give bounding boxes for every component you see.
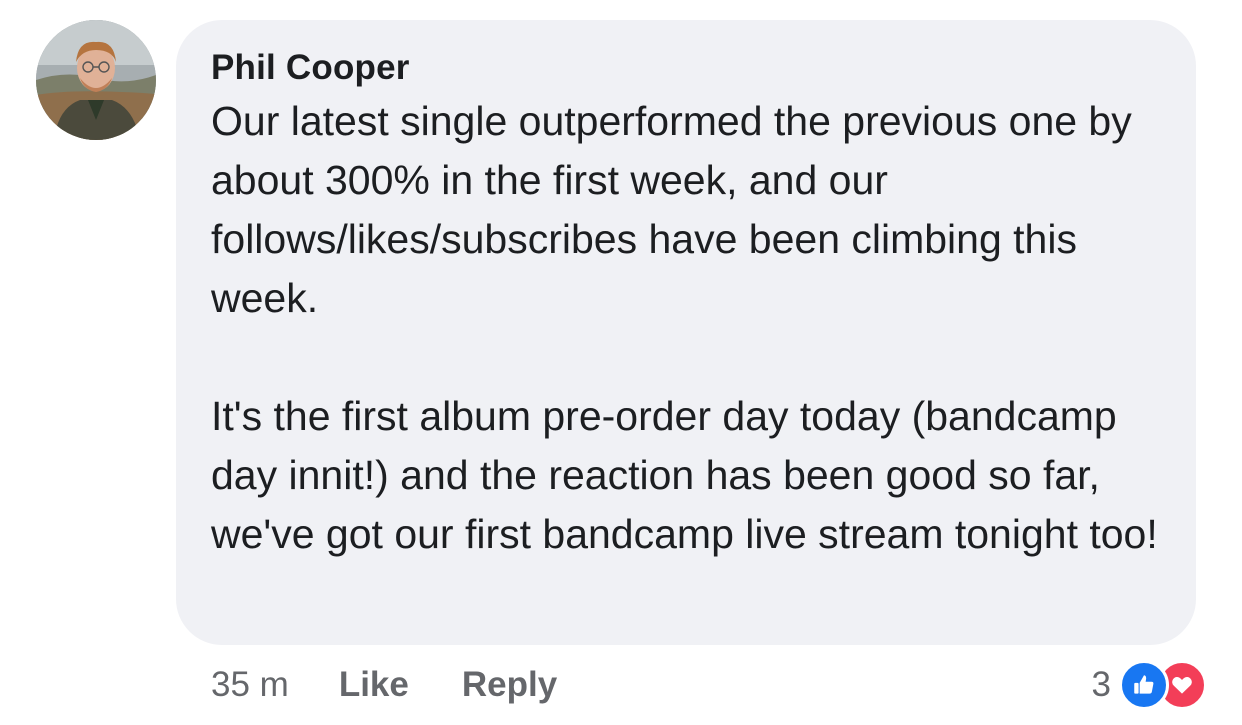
- avatar[interactable]: [36, 20, 156, 140]
- reaction-summary[interactable]: 3: [1092, 660, 1207, 710]
- reply-button[interactable]: Reply: [462, 665, 557, 705]
- comment-author[interactable]: Phil Cooper: [211, 46, 1166, 90]
- profile-photo: [36, 20, 156, 140]
- comment-actions: 35 m Like Reply: [211, 662, 610, 708]
- comment-paragraph: Our latest single outperformed the previ…: [211, 98, 1132, 321]
- like-button[interactable]: Like: [339, 665, 409, 705]
- comment-bubble: Phil Cooper Our latest single outperform…: [176, 20, 1196, 645]
- reaction-count: 3: [1091, 665, 1111, 704]
- like-icon: [1119, 660, 1169, 710]
- comment-timestamp[interactable]: 35 m: [211, 665, 289, 705]
- comment-paragraph: It's the first album pre-order day today…: [211, 393, 1158, 557]
